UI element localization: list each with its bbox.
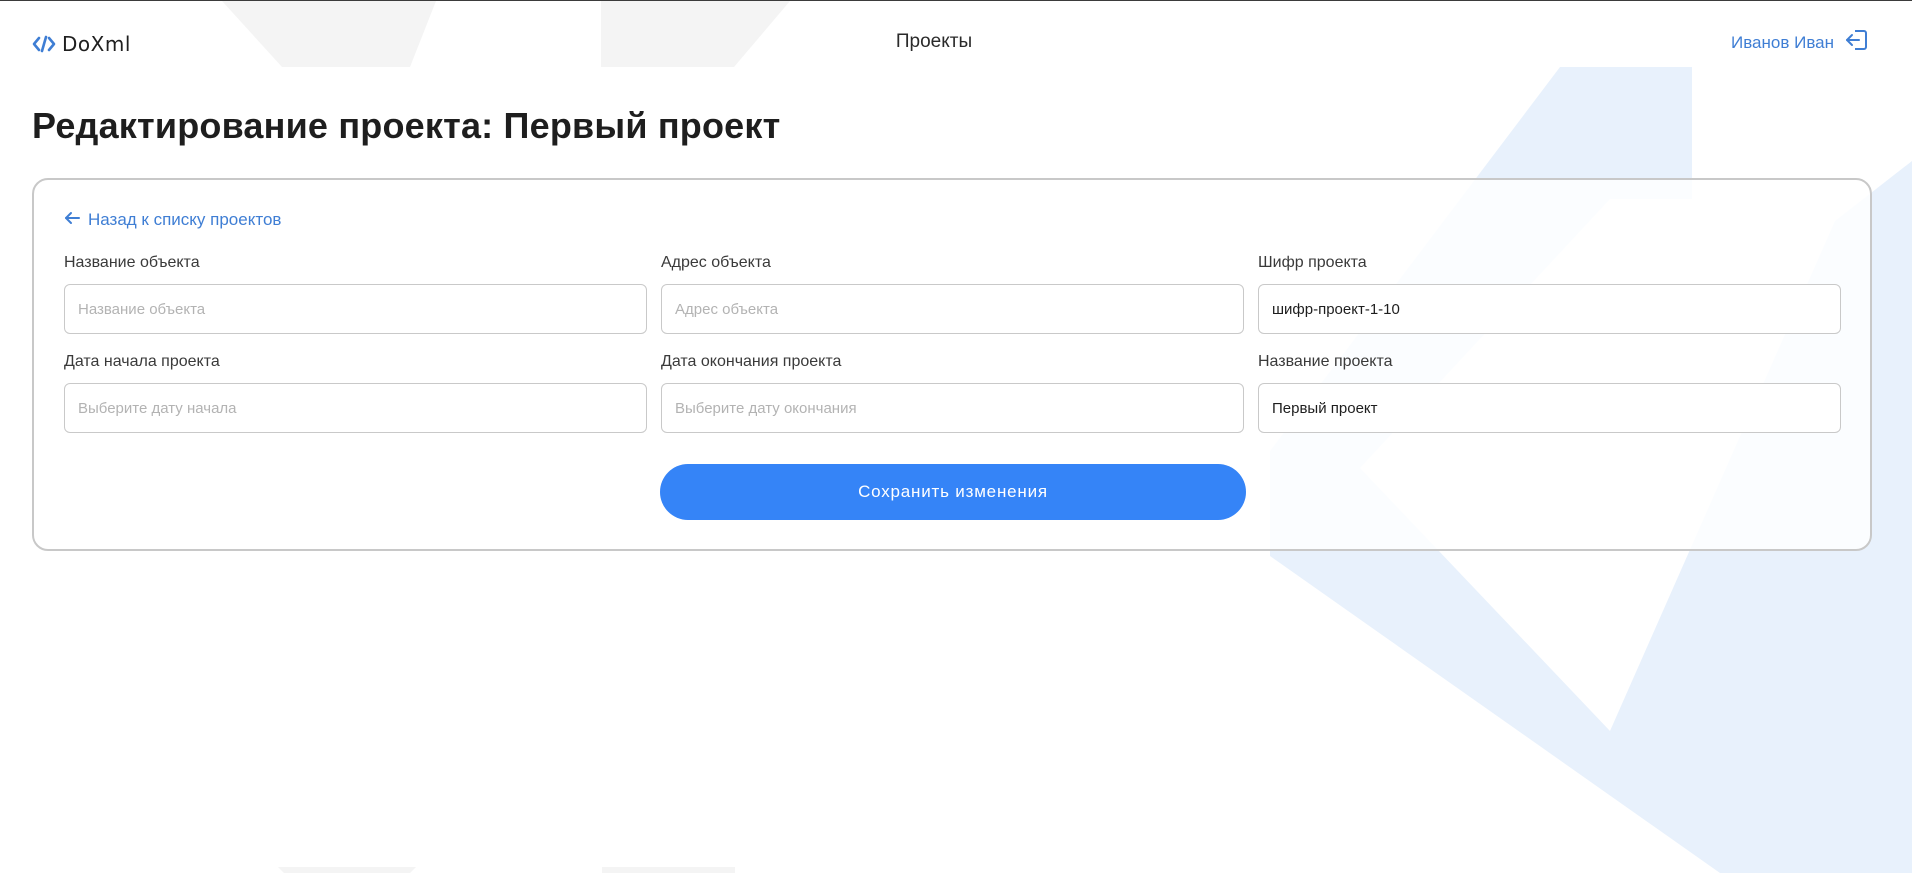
page-title: Редактирование проекта: Первый проект [32,105,781,146]
object-name-label: Название объекта [64,254,200,271]
logout-icon[interactable] [1844,29,1868,56]
object-address-label: Адрес объекта [661,254,771,271]
object-address-input[interactable] [661,284,1244,334]
user-name-link[interactable]: Иванов Иван [1731,33,1834,53]
object-name-input[interactable] [64,284,647,334]
end-date-label: Дата окончания проекта [661,353,842,370]
project-name-label: Название проекта [1258,353,1393,370]
project-code-input[interactable] [1258,284,1841,334]
nav-link-projects[interactable]: Проекты [0,31,1868,53]
project-name-input[interactable] [1258,383,1841,433]
back-to-projects-link[interactable]: Назад к списку проектов [64,210,281,230]
save-changes-button[interactable]: Сохранить изменения [660,464,1246,520]
project-edit-card: Назад к списку проектов Название объекта… [32,178,1872,551]
back-link-label: Назад к списку проектов [88,210,282,229]
arrow-left-icon [64,210,80,230]
start-date-input[interactable] [64,383,647,433]
end-date-input[interactable] [661,383,1244,433]
start-date-label: Дата начала проекта [64,353,220,370]
top-header: DoXml Проекты Иванов Иван [0,1,1912,85]
project-code-label: Шифр проекта [1258,254,1367,271]
user-menu: Иванов Иван [1731,29,1868,56]
